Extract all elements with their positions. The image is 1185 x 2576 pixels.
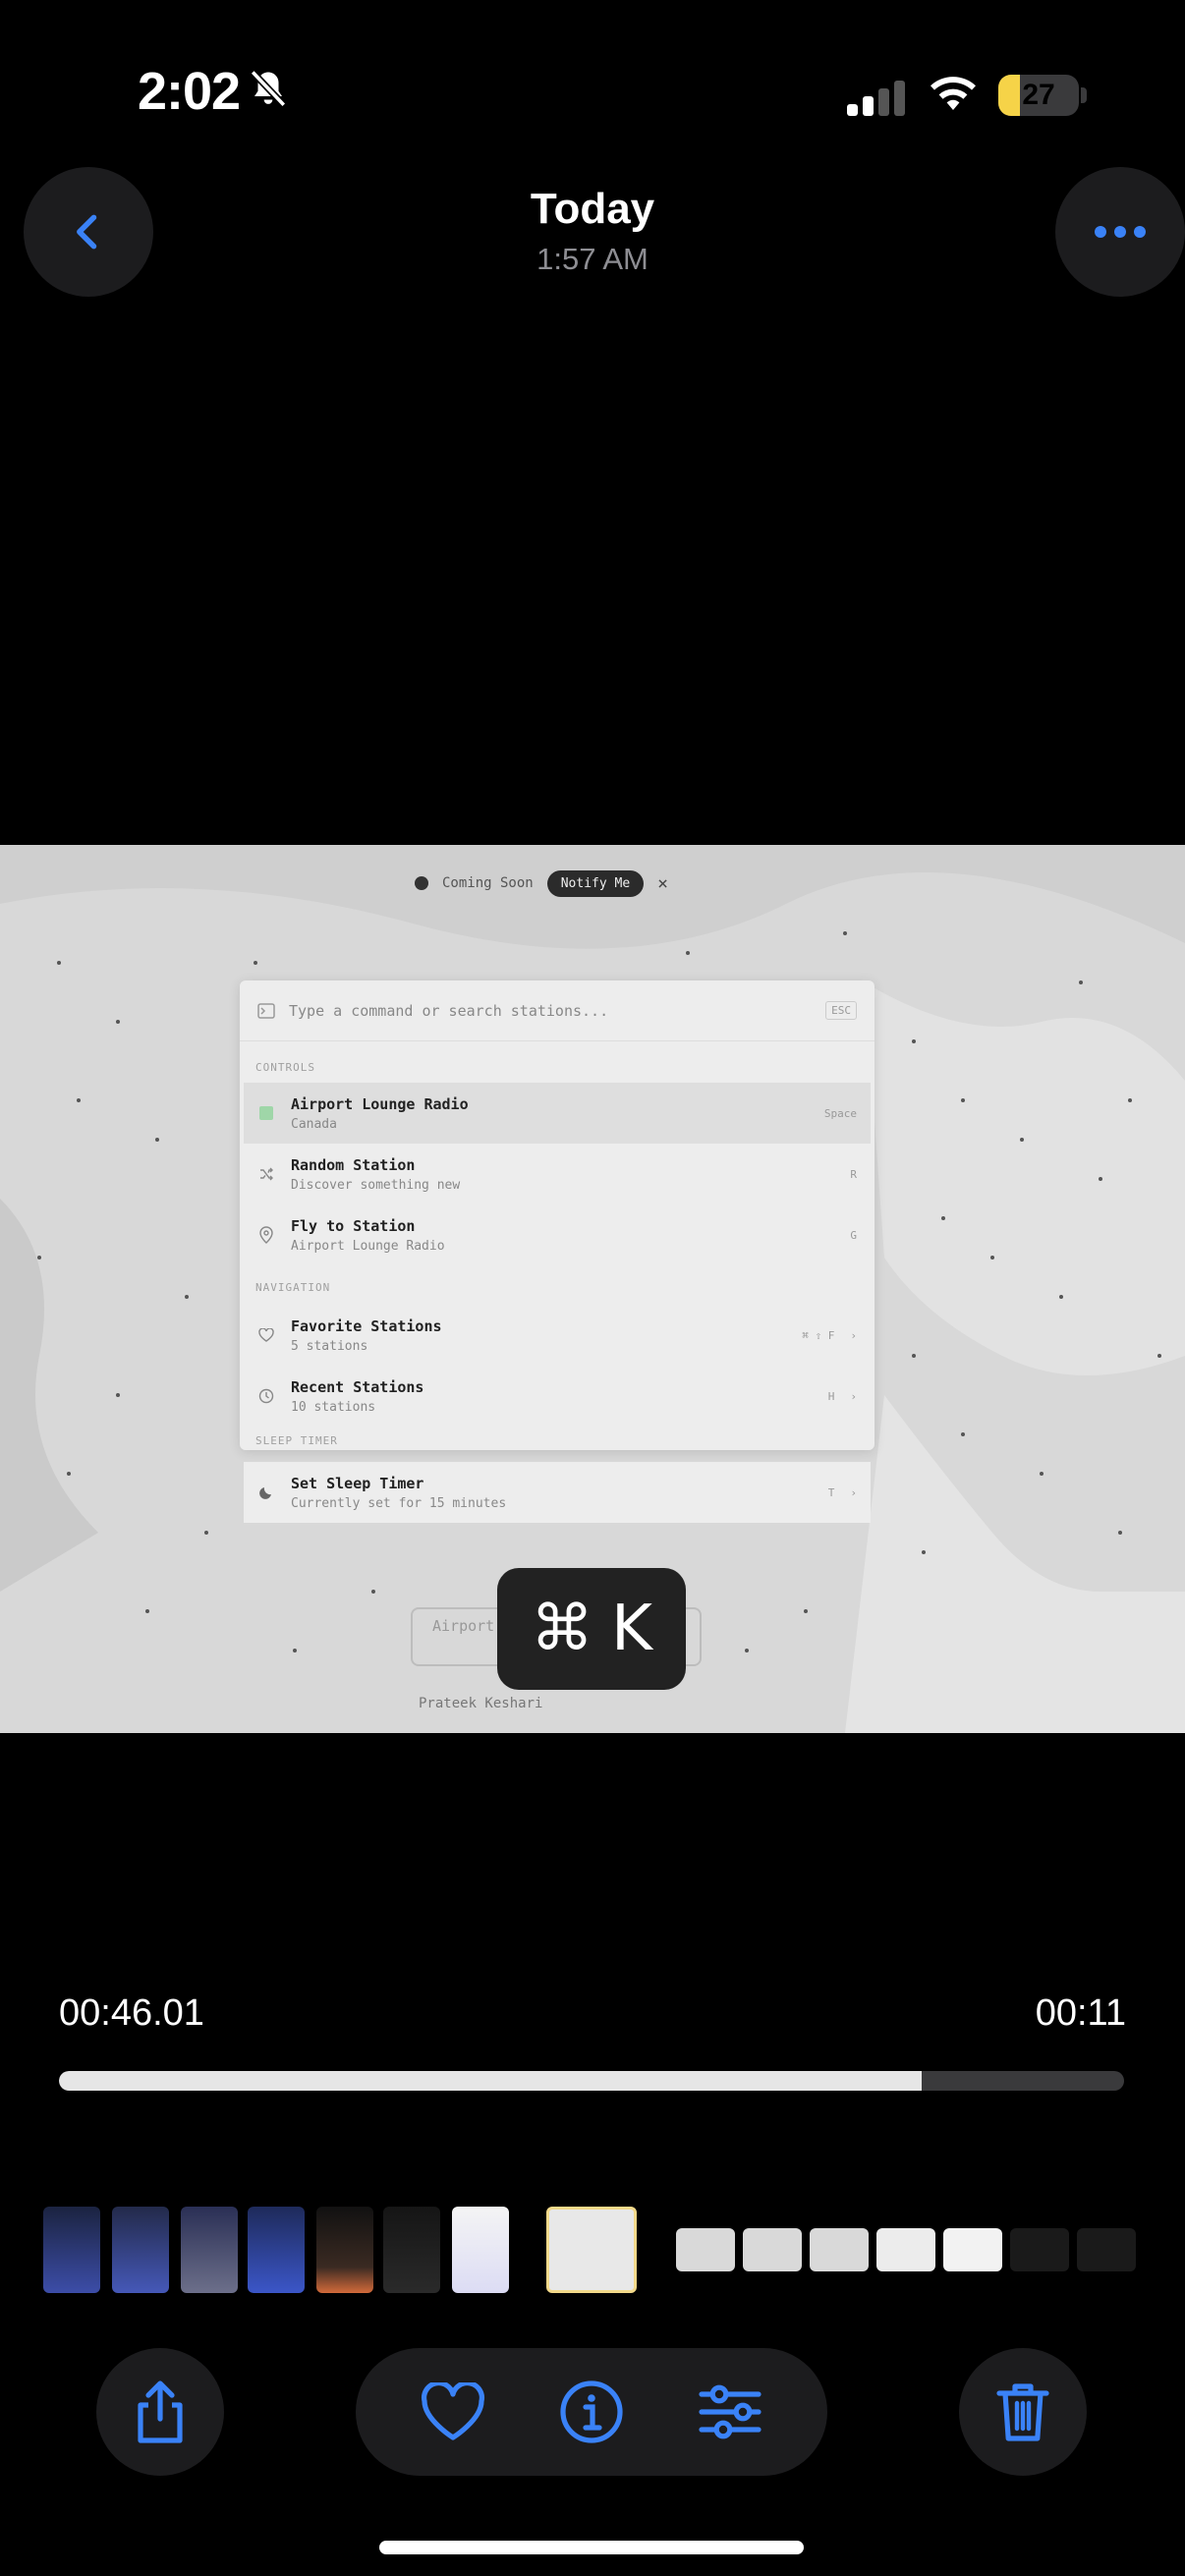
actions-group bbox=[356, 2348, 827, 2476]
thumbnail[interactable] bbox=[743, 2228, 802, 2271]
chevron-right-icon: › bbox=[850, 1485, 857, 1499]
thumbnail[interactable] bbox=[112, 2207, 169, 2293]
status-time: 2:02 bbox=[138, 62, 241, 121]
battery-cap bbox=[1081, 87, 1087, 103]
terminal-icon bbox=[257, 1002, 275, 1019]
chevron-right-icon: › bbox=[850, 1328, 857, 1342]
esc-key-hint: ESC bbox=[825, 1001, 857, 1020]
palette-item-fly-to-station[interactable]: Fly to Station Airport Lounge Radio G bbox=[244, 1204, 871, 1265]
playback-scrubber[interactable] bbox=[59, 2071, 1124, 2091]
item-title: Fly to Station bbox=[291, 1216, 416, 1235]
section-navigation: NAVIGATION bbox=[255, 1281, 331, 1294]
thumbnail[interactable] bbox=[452, 2207, 509, 2293]
item-shortcut: G bbox=[850, 1228, 857, 1242]
thumbnail[interactable] bbox=[43, 2207, 100, 2293]
video-frame[interactable]: Coming Soon Notify Me × ESC CONTROLS Air… bbox=[0, 845, 1185, 1733]
palette-item-favorite-stations[interactable]: Favorite Stations 5 stations ⌘ ⇧ F › bbox=[244, 1305, 871, 1366]
shuffle-icon bbox=[257, 1165, 275, 1183]
adjust-button[interactable] bbox=[676, 2358, 784, 2466]
delete-button[interactable] bbox=[959, 2348, 1087, 2476]
item-title: Random Station bbox=[291, 1155, 416, 1174]
item-shortcut: T bbox=[827, 1485, 835, 1499]
remaining-time: 00:11 bbox=[1035, 1992, 1126, 2034]
palette-search-input[interactable] bbox=[289, 1001, 813, 1020]
thumbnail-strip[interactable] bbox=[33, 2207, 1185, 2297]
coming-soon-banner: Coming Soon Notify Me × bbox=[415, 867, 668, 900]
section-sleep-timer: SLEEP TIMER bbox=[255, 1434, 338, 1447]
heart-icon bbox=[257, 1326, 275, 1344]
item-shortcut: H bbox=[827, 1389, 835, 1403]
location-pin-icon bbox=[257, 1226, 275, 1244]
thumbnail[interactable] bbox=[248, 2207, 305, 2293]
share-icon bbox=[138, 2380, 183, 2443]
moon-icon bbox=[257, 1484, 275, 1501]
thumbnail[interactable] bbox=[316, 2207, 373, 2293]
heart-icon bbox=[421, 2382, 484, 2440]
station-button-label: Airport bbox=[432, 1617, 495, 1635]
palette-search-bar: ESC bbox=[240, 980, 875, 1041]
battery-icon: 27 bbox=[998, 75, 1079, 116]
footer-credit: Prateek Keshari bbox=[419, 1696, 543, 1711]
apple-icon bbox=[415, 876, 428, 890]
thumbnail[interactable] bbox=[181, 2207, 238, 2293]
item-title: Recent Stations bbox=[291, 1377, 424, 1396]
cellular-signal-icon bbox=[847, 81, 906, 116]
page-title: Today bbox=[530, 185, 655, 233]
palette-item-recent-stations[interactable]: Recent Stations 10 stations H › bbox=[244, 1366, 871, 1427]
thumbnail-current[interactable] bbox=[546, 2207, 637, 2293]
palette-item-now-playing[interactable]: Airport Lounge Radio Canada Space bbox=[244, 1083, 871, 1144]
adjustments-icon bbox=[699, 2384, 762, 2439]
clock-icon bbox=[257, 1387, 275, 1405]
command-palette: ESC CONTROLS Airport Lounge Radio Canada … bbox=[240, 980, 875, 1450]
wifi-icon bbox=[928, 71, 979, 119]
item-title: Set Sleep Timer bbox=[291, 1474, 424, 1492]
section-controls: CONTROLS bbox=[255, 1061, 315, 1074]
thumbnail[interactable] bbox=[676, 2228, 735, 2271]
info-button[interactable] bbox=[537, 2358, 646, 2466]
item-shortcut: ⌘ ⇧ F bbox=[802, 1328, 835, 1342]
item-subtitle: 10 stations bbox=[291, 1399, 376, 1415]
thumbnail[interactable] bbox=[943, 2228, 1002, 2271]
share-button[interactable] bbox=[96, 2348, 224, 2476]
item-subtitle: Currently set for 15 minutes bbox=[291, 1495, 507, 1511]
favorite-button[interactable] bbox=[399, 2358, 507, 2466]
item-shortcut: Space bbox=[823, 1106, 857, 1120]
thumbnail[interactable] bbox=[383, 2207, 440, 2293]
item-title: Airport Lounge Radio bbox=[291, 1094, 469, 1113]
chevron-right-icon: › bbox=[850, 1389, 857, 1403]
page-subtitle: 1:57 AM bbox=[536, 242, 649, 276]
more-button[interactable] bbox=[1055, 167, 1185, 297]
trash-icon bbox=[996, 2383, 1049, 2441]
close-icon[interactable]: × bbox=[657, 873, 668, 894]
thumbnail[interactable] bbox=[876, 2228, 935, 2271]
play-square-icon bbox=[257, 1104, 275, 1122]
item-subtitle: 5 stations bbox=[291, 1338, 368, 1354]
battery-percent: 27 bbox=[1022, 79, 1055, 111]
item-shortcut: R bbox=[850, 1167, 857, 1181]
elapsed-time: 00:46.01 bbox=[59, 1992, 204, 2034]
thumbnail[interactable] bbox=[1010, 2228, 1069, 2271]
overlay-key-letter: K bbox=[611, 1593, 652, 1665]
home-indicator bbox=[379, 2541, 804, 2554]
scrubber-fill bbox=[59, 2071, 923, 2091]
banner-text: Coming Soon bbox=[442, 875, 534, 891]
notify-me-button[interactable]: Notify Me bbox=[546, 869, 645, 897]
thumbnail[interactable] bbox=[810, 2228, 869, 2271]
command-key-icon: ⌘ bbox=[531, 1593, 594, 1665]
ellipsis-icon bbox=[1095, 226, 1146, 238]
thumbnail[interactable] bbox=[1077, 2228, 1136, 2271]
item-subtitle: Airport Lounge Radio bbox=[291, 1238, 445, 1254]
item-subtitle: Canada bbox=[291, 1116, 337, 1132]
item-title: Favorite Stations bbox=[291, 1316, 442, 1335]
bell-slash-icon bbox=[248, 69, 289, 115]
keyboard-shortcut-overlay: ⌘ K bbox=[497, 1568, 686, 1690]
palette-item-sleep-timer[interactable]: Set Sleep Timer Currently set for 15 minu… bbox=[244, 1462, 871, 1523]
item-subtitle: Discover something new bbox=[291, 1177, 461, 1193]
palette-item-random-station[interactable]: Random Station Discover something new R bbox=[244, 1144, 871, 1204]
info-icon bbox=[560, 2380, 623, 2443]
